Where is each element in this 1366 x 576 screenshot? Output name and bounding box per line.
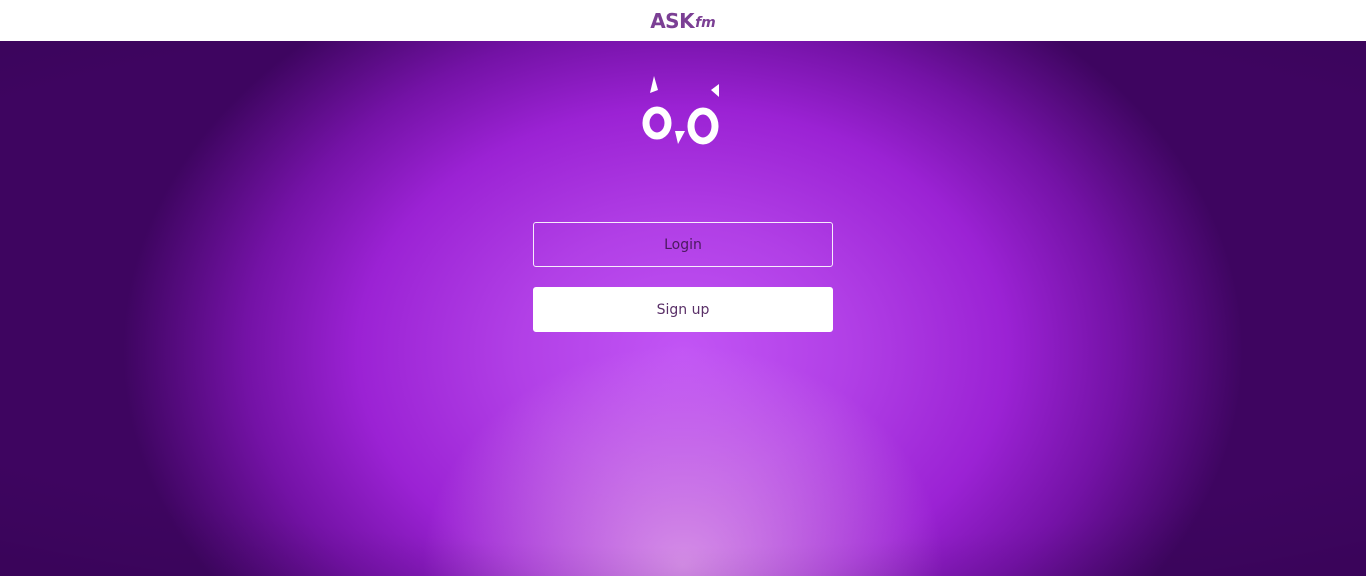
owl-eyes-icon [642,76,719,145]
hero-section: Login Sign up [0,41,1366,576]
top-bar: ASK fm [0,0,1366,41]
signup-button[interactable]: Sign up [533,287,833,332]
login-button[interactable]: Login [533,222,833,267]
brand-logo[interactable]: ASK fm [650,11,716,31]
brand-logo-secondary: fm [695,15,716,31]
brand-logo-primary: ASK [650,9,695,33]
